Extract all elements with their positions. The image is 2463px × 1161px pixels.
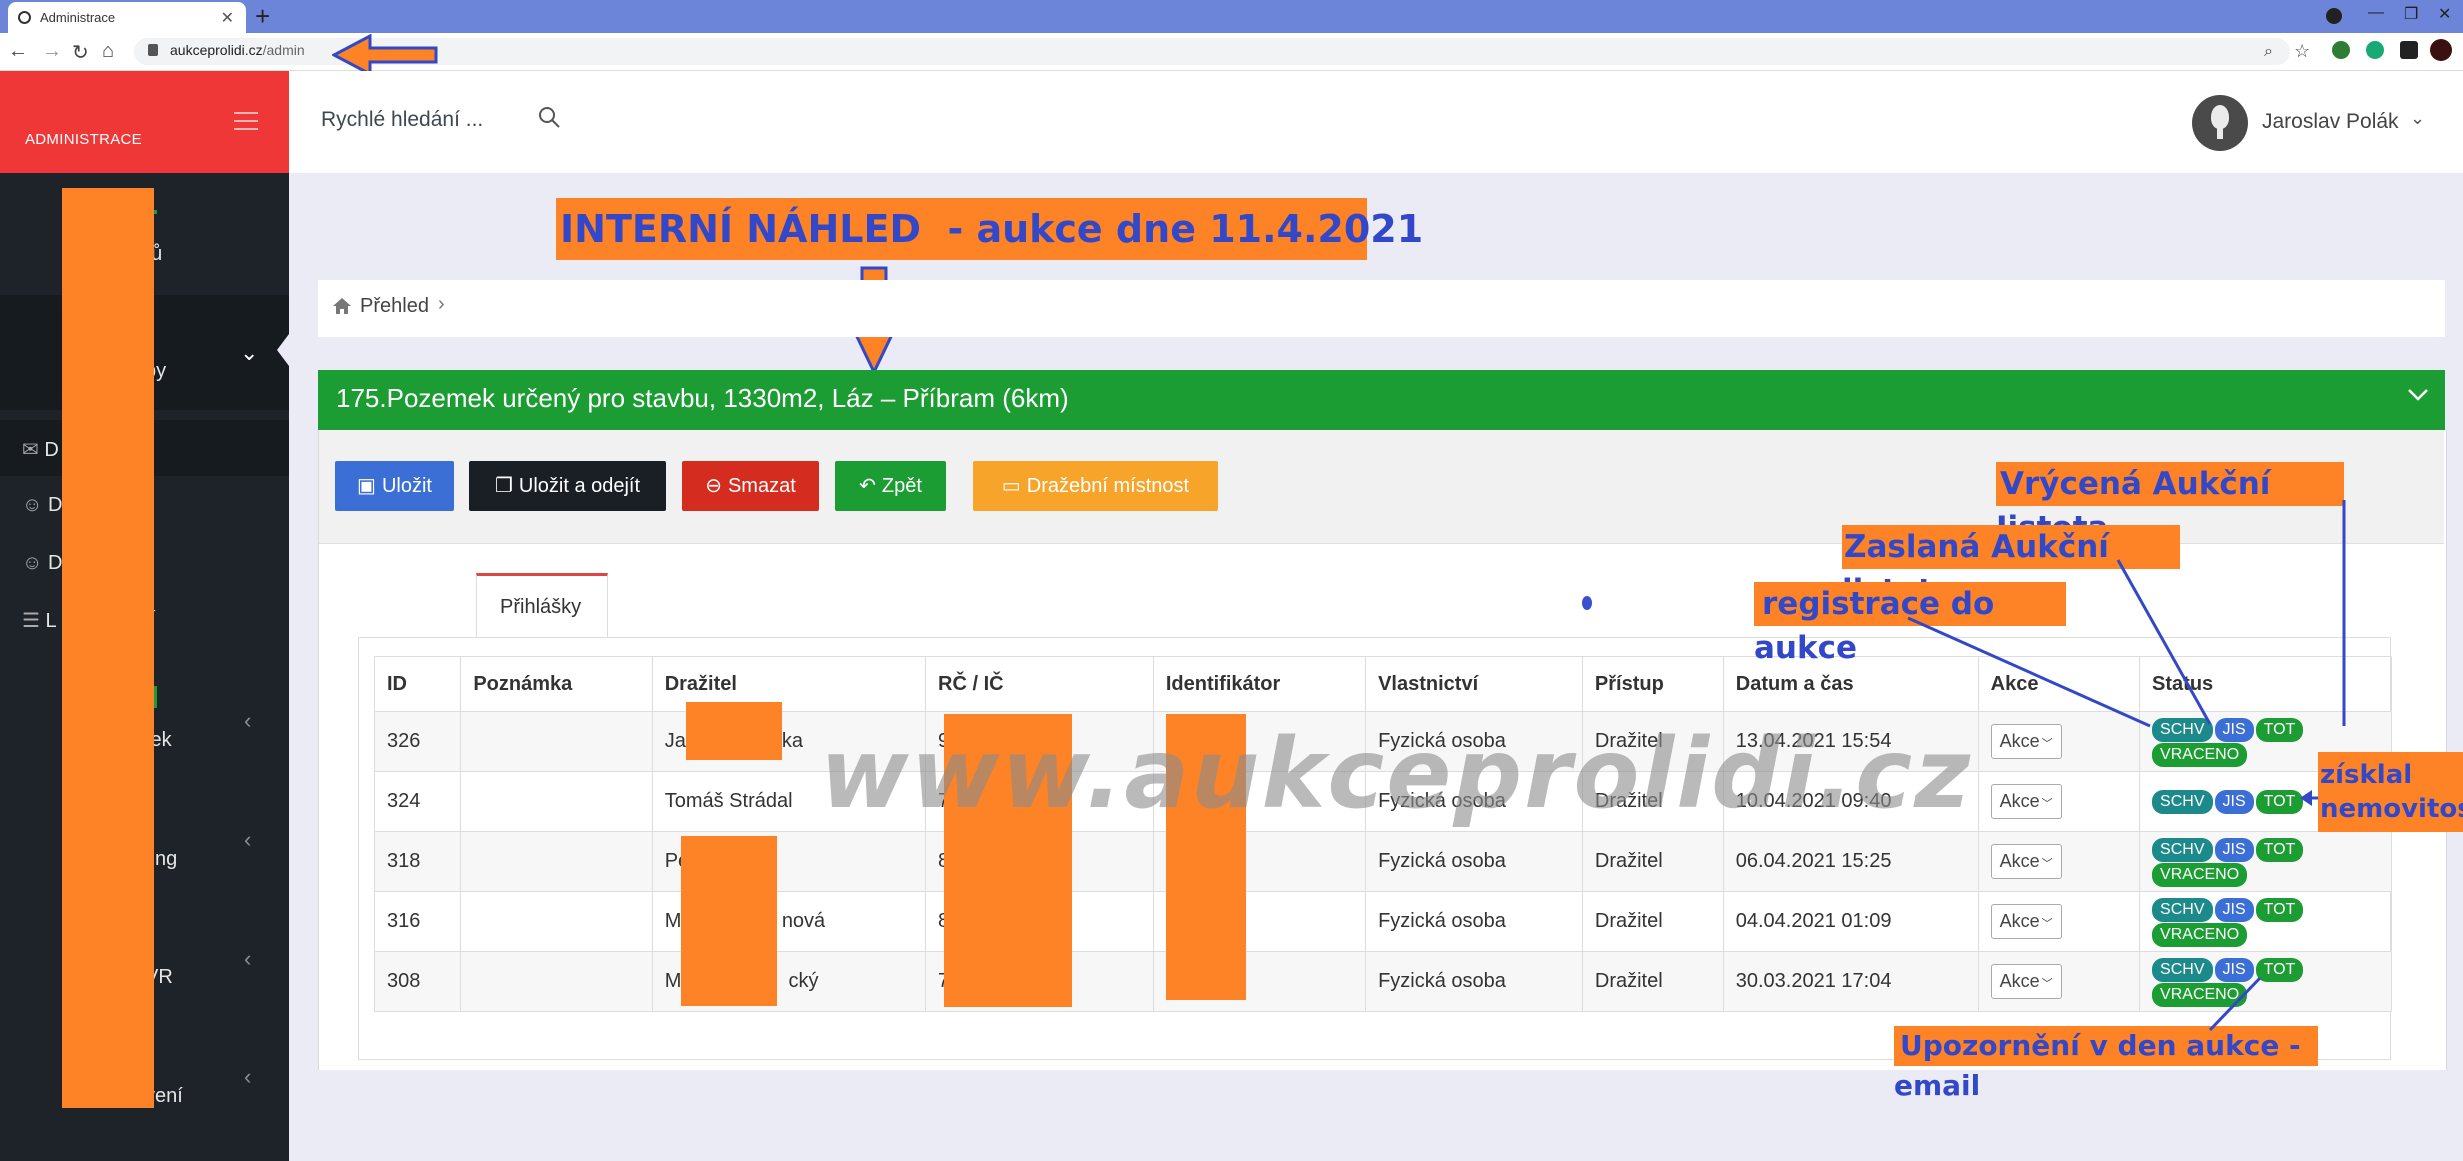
annotation-connectors <box>1907 500 2346 1032</box>
